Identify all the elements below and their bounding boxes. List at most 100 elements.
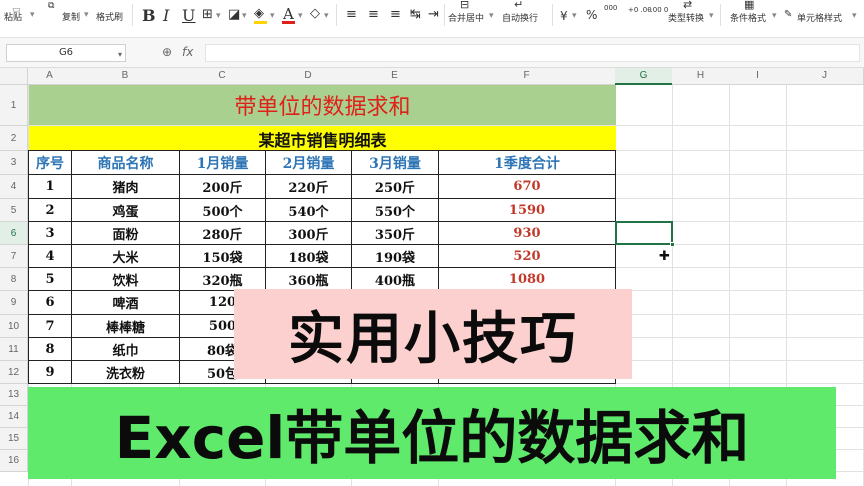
fill-handle[interactable] [670, 242, 675, 247]
border-icon[interactable]: ⊞ [202, 8, 213, 21]
row-header-14[interactable]: 14 [0, 406, 28, 428]
table-cell[interactable]: 930 [439, 222, 615, 244]
row-header-6[interactable]: 6 [0, 222, 28, 245]
column-header-b[interactable]: B [71, 68, 180, 85]
text-direction-icon[interactable]: ↹ [410, 8, 421, 21]
decrease-decimal-button[interactable]: -.00 0 [648, 6, 668, 14]
table-cell[interactable]: 洗衣粉 [72, 361, 179, 383]
format-painter-button[interactable]: 格式刷 [96, 10, 123, 23]
currency-button[interactable]: ¥ [560, 9, 568, 23]
table-cell[interactable]: 6 [29, 291, 71, 314]
name-box-dropdown-icon[interactable]: ▾ [118, 50, 122, 59]
table-header-cell[interactable]: 1季度合计 [439, 151, 615, 174]
merge-center-button[interactable]: 合并居中 [448, 11, 484, 24]
table-cell[interactable]: 280斤 [180, 222, 265, 244]
copy-dropdown-icon[interactable]: ▾ [84, 10, 89, 20]
table-cell[interactable]: 大米 [72, 245, 179, 267]
row-header-8[interactable]: 8 [0, 268, 28, 291]
select-all-corner[interactable] [0, 68, 28, 85]
conditional-format-button[interactable]: 条件格式 [730, 11, 766, 24]
table-cell[interactable]: 面粉 [72, 222, 179, 244]
table-cell[interactable]: 4 [29, 245, 71, 267]
percent-button[interactable]: % [586, 8, 597, 22]
table-header-cell[interactable]: 3月销量 [352, 151, 438, 174]
table-header-cell[interactable]: 2月销量 [266, 151, 351, 174]
table-cell[interactable]: 150袋 [180, 245, 265, 267]
table-cell[interactable]: 1 [29, 175, 71, 198]
cell-style-button[interactable]: 单元格样式 [797, 11, 842, 24]
table-cell[interactable]: 鸡蛋 [72, 199, 179, 221]
column-header-d[interactable]: D [265, 68, 352, 85]
table-cell[interactable]: 1080 [439, 268, 615, 290]
column-header-f[interactable]: F [438, 68, 616, 85]
type-convert-dropdown-icon[interactable]: ▾ [709, 11, 714, 21]
table-cell[interactable]: 饮料 [72, 268, 179, 290]
formula-input[interactable] [205, 44, 860, 62]
column-header-h[interactable]: H [672, 68, 730, 85]
table-cell[interactable]: 250斤 [352, 175, 438, 198]
conditional-format-dropdown-icon[interactable]: ▾ [772, 11, 777, 21]
sheet-title[interactable]: 带单位的数据求和 [29, 85, 616, 125]
underline-button[interactable]: U [182, 6, 195, 25]
fill-pattern-dropdown-icon[interactable]: ▾ [242, 11, 247, 21]
clear-format-icon[interactable]: ◇ [310, 7, 320, 20]
table-cell[interactable]: 8 [29, 338, 71, 360]
align-top-icon[interactable]: ≡ [346, 8, 357, 21]
table-cell[interactable]: 180袋 [266, 245, 351, 267]
column-header-e[interactable]: E [351, 68, 439, 85]
column-header-c[interactable]: C [179, 68, 266, 85]
table-cell[interactable]: 220斤 [266, 175, 351, 198]
table-cell[interactable]: 360瓶 [266, 268, 351, 290]
align-middle-icon[interactable]: ≡ [368, 8, 379, 21]
active-cell-selection[interactable] [615, 221, 673, 245]
sheet-subtitle[interactable]: 某超市销售明细表 [29, 126, 616, 151]
zoom-search-icon[interactable]: ⊕ [162, 45, 172, 59]
table-cell[interactable]: 2 [29, 199, 71, 221]
table-cell[interactable]: 520 [439, 245, 615, 267]
align-bottom-icon[interactable]: ≡ [390, 8, 401, 21]
table-cell[interactable]: 350斤 [352, 222, 438, 244]
merge-dropdown-icon[interactable]: ▾ [489, 11, 494, 21]
table-cell[interactable]: 猪肉 [72, 175, 179, 198]
table-cell[interactable]: 纸巾 [72, 338, 179, 360]
indent-icon[interactable]: ⇥ [428, 8, 439, 21]
table-header-cell[interactable]: 1月销量 [180, 151, 265, 174]
column-header-i[interactable]: I [729, 68, 787, 85]
type-convert-button[interactable]: 类型转换 [668, 11, 704, 24]
fill-color-dropdown-icon[interactable]: ▾ [270, 11, 275, 21]
column-header-j[interactable]: J [786, 68, 864, 85]
row-header-10[interactable]: 10 [0, 315, 28, 338]
column-header-g[interactable]: G [615, 68, 673, 85]
row-header-15[interactable]: 15 [0, 428, 28, 450]
insert-function-icon[interactable]: fx [182, 45, 193, 59]
clear-dropdown-icon[interactable]: ▾ [324, 11, 329, 21]
table-cell[interactable]: 9 [29, 361, 71, 383]
wrap-text-button[interactable]: 自动换行 [502, 11, 538, 24]
table-header-cell[interactable]: 序号 [29, 151, 71, 174]
row-header-9[interactable]: 9 [0, 291, 28, 315]
table-cell[interactable]: 200斤 [180, 175, 265, 198]
row-header-5[interactable]: 5 [0, 199, 28, 222]
wrap-text-icon[interactable]: ↵ [514, 0, 523, 11]
table-cell[interactable]: 670 [439, 175, 615, 198]
row-header-1[interactable]: 1 [0, 85, 28, 126]
fill-pattern-icon[interactable]: ◪ [228, 8, 240, 21]
table-cell[interactable]: 啤酒 [72, 291, 179, 314]
merge-center-icon[interactable]: ⊟ [460, 0, 469, 11]
row-header-16[interactable]: 16 [0, 450, 28, 472]
table-cell[interactable]: 300斤 [266, 222, 351, 244]
name-box[interactable]: G6 [6, 44, 126, 62]
row-header-11[interactable]: 11 [0, 338, 28, 361]
table-header-cell[interactable]: 商品名称 [72, 151, 179, 174]
cell-style-dropdown-icon[interactable]: ▾ [852, 11, 857, 21]
copy-button[interactable]: 复制 [62, 10, 80, 23]
fill-color-icon[interactable]: ◈ [254, 7, 264, 20]
paste-dropdown-icon[interactable]: ▾ [30, 10, 35, 20]
cell-style-icon[interactable]: ✎ [784, 8, 792, 21]
row-header-3[interactable]: 3 [0, 151, 28, 175]
italic-button[interactable]: I [163, 6, 169, 25]
table-cell[interactable]: 3 [29, 222, 71, 244]
row-header-4[interactable]: 4 [0, 175, 28, 199]
table-cell[interactable]: 500个 [180, 199, 265, 221]
row-header-2[interactable]: 2 [0, 126, 28, 151]
